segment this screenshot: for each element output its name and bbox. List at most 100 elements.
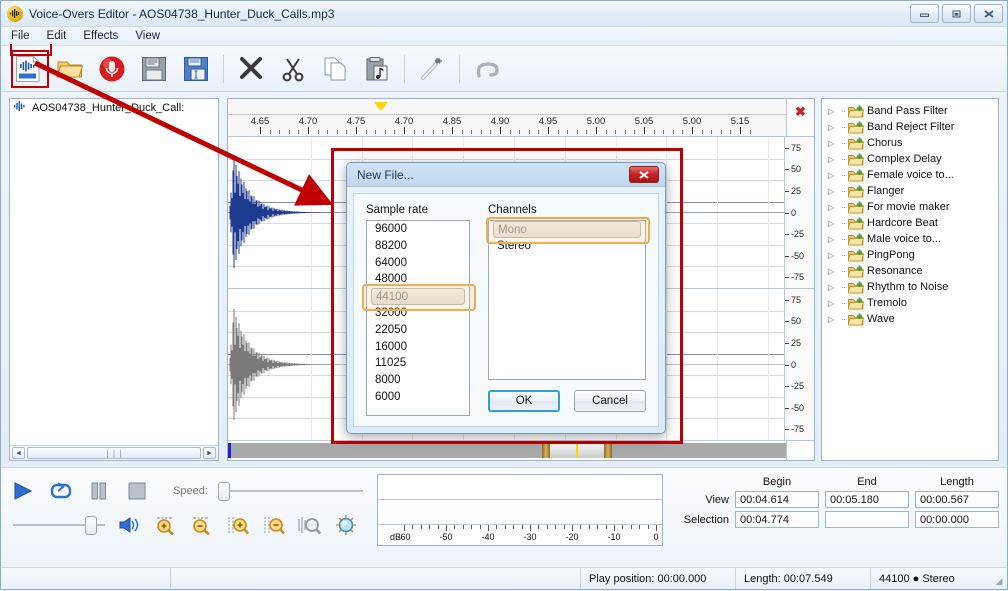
- ruler-marker-lane[interactable]: [228, 99, 786, 115]
- magic-wand-icon[interactable]: [413, 51, 451, 87]
- zoom-in-vertical-icon[interactable]: [225, 513, 251, 537]
- speaker-icon[interactable]: [115, 512, 143, 538]
- effect-list-item[interactable]: ▷ ·· Rhythm to Noise: [824, 279, 996, 295]
- time-ruler[interactable]: 4.65 4.70 4.75 4.70 4.85 4.90 4.95 5.00 5.05 5.00…: [228, 99, 786, 136]
- record-icon[interactable]: [93, 51, 131, 87]
- volume-slider[interactable]: [13, 516, 105, 535]
- menu-file[interactable]: File: [11, 30, 30, 42]
- loop-button[interactable]: [47, 478, 75, 504]
- volume-slider-thumb[interactable]: [85, 516, 97, 535]
- close-waveform-button[interactable]: ✖: [786, 99, 814, 136]
- expander-icon[interactable]: ▷: [828, 187, 838, 196]
- expander-icon[interactable]: ▷: [828, 219, 838, 228]
- effect-list-item[interactable]: ▷ ·· Band Reject Filter: [824, 119, 996, 135]
- expander-icon[interactable]: ▷: [828, 283, 838, 292]
- file-list[interactable]: AOS04738_Hunter_Duck_Call:: [10, 99, 218, 445]
- expander-icon[interactable]: ▷: [828, 251, 838, 260]
- effect-list-item[interactable]: ▷ ·· Female voice to...: [824, 167, 996, 183]
- effect-list-item[interactable]: ▷ ·· Chorus: [824, 135, 996, 151]
- effect-list-item[interactable]: ▷ ·· Band Pass Filter: [824, 103, 996, 119]
- sample-rate-option[interactable]: 48000: [367, 271, 469, 288]
- scrollbar-track[interactable]: [228, 443, 786, 458]
- expander-icon[interactable]: ▷: [828, 235, 838, 244]
- effect-list-item[interactable]: ▷ ·· Male voice to...: [824, 231, 996, 247]
- zoom-selection-icon[interactable]: [297, 513, 323, 537]
- view-begin-field[interactable]: 00:04.614: [735, 491, 819, 508]
- maximize-button[interactable]: [942, 4, 971, 23]
- file-list-scrollbar[interactable]: ◄ ❘❘❘ ►: [10, 445, 218, 460]
- sample-rate-option[interactable]: 32000: [367, 305, 469, 322]
- menu-edit[interactable]: Edit: [47, 30, 67, 42]
- speed-slider[interactable]: [217, 482, 363, 501]
- cut-icon[interactable]: [274, 51, 312, 87]
- minimize-button[interactable]: [910, 4, 939, 23]
- zoom-out-vertical-icon[interactable]: [261, 513, 287, 537]
- expander-icon[interactable]: ▷: [828, 267, 838, 276]
- expander-icon[interactable]: ▷: [828, 203, 838, 212]
- save-as-icon[interactable]: [177, 51, 215, 87]
- sample-rate-option[interactable]: 16000: [367, 339, 469, 356]
- zoom-full-icon[interactable]: [333, 513, 359, 537]
- effect-list-item[interactable]: ▷ ·· Tremolo: [824, 295, 996, 311]
- selection-begin-field[interactable]: 00:04.774: [735, 511, 819, 528]
- paste-icon[interactable]: [358, 51, 396, 87]
- scrollbar-thumb[interactable]: [541, 443, 612, 458]
- menu-view[interactable]: View: [135, 30, 160, 42]
- sample-rate-option-selected[interactable]: 44100: [371, 288, 465, 305]
- cancel-button[interactable]: Cancel: [574, 390, 646, 412]
- selection-end-field[interactable]: [825, 511, 909, 528]
- effect-list-item[interactable]: ▷ ·· Flanger: [824, 183, 996, 199]
- open-file-icon[interactable]: [51, 51, 89, 87]
- sample-rate-listbox[interactable]: 96000 88200 64000 48000 44100 32000 22050 16000…: [366, 220, 470, 416]
- new-file-icon[interactable]: [9, 51, 47, 87]
- speed-slider-track[interactable]: [217, 490, 363, 492]
- channel-option-selected[interactable]: Mono: [493, 221, 641, 238]
- expander-icon[interactable]: ▷: [828, 299, 838, 308]
- play-button[interactable]: [9, 478, 37, 504]
- close-button[interactable]: [974, 4, 1003, 23]
- effects-list[interactable]: ▷ ·· Band Pass Filter ▷ ·· Band Reject Filter…: [822, 99, 998, 331]
- selection-length-field[interactable]: 00:00.000: [915, 511, 999, 528]
- scrollbar-thumb[interactable]: ❘❘❘: [27, 447, 201, 459]
- undo-icon[interactable]: [468, 51, 506, 87]
- speed-slider-thumb[interactable]: [217, 482, 230, 501]
- menu-effects[interactable]: Effects: [83, 30, 118, 42]
- copy-icon[interactable]: [316, 51, 354, 87]
- sample-rate-option[interactable]: 88200: [367, 238, 469, 255]
- editor-horizontal-scrollbar[interactable]: [228, 440, 814, 460]
- effect-list-item[interactable]: ▷ ·· Hardcore Beat: [824, 215, 996, 231]
- effect-list-item[interactable]: ▷ ·· Complex Delay: [824, 151, 996, 167]
- sample-rate-option[interactable]: 11025: [367, 355, 469, 372]
- pause-button[interactable]: [85, 478, 113, 504]
- expander-icon[interactable]: ▷: [828, 123, 838, 132]
- expander-icon[interactable]: ▷: [828, 139, 838, 148]
- sample-rate-option[interactable]: 8000: [367, 372, 469, 389]
- sample-rate-option[interactable]: 64000: [367, 255, 469, 272]
- scroll-right-icon[interactable]: ►: [203, 447, 216, 459]
- thumb-grip-left[interactable]: [541, 443, 550, 458]
- resize-grip-icon[interactable]: ◢: [991, 568, 1007, 589]
- channel-option[interactable]: Stereo: [489, 238, 645, 255]
- zoom-in-horizontal-icon[interactable]: [153, 513, 179, 537]
- expander-icon[interactable]: ▷: [828, 171, 838, 180]
- dialog-close-button[interactable]: [629, 166, 659, 183]
- list-item[interactable]: AOS04738_Hunter_Duck_Call:: [10, 99, 218, 116]
- playhead-marker[interactable]: [374, 102, 388, 111]
- stop-button[interactable]: [123, 478, 151, 504]
- scroll-left-icon[interactable]: ◄: [12, 447, 25, 459]
- effect-list-item[interactable]: ▷ ·· Wave: [824, 311, 996, 327]
- effect-list-item[interactable]: ▷ ·· Resonance: [824, 263, 996, 279]
- view-end-field[interactable]: 00:05.180: [825, 491, 909, 508]
- delete-icon[interactable]: [232, 51, 270, 87]
- sample-rate-option[interactable]: 22050: [367, 322, 469, 339]
- expander-icon[interactable]: ▷: [828, 107, 838, 116]
- ok-button[interactable]: OK: [488, 390, 560, 412]
- expander-icon[interactable]: ▷: [828, 155, 838, 164]
- effect-list-item[interactable]: ▷ ·· For movie maker: [824, 199, 996, 215]
- effect-list-item[interactable]: ▷ ·· PingPong: [824, 247, 996, 263]
- expander-icon[interactable]: ▷: [828, 315, 838, 324]
- sample-rate-option[interactable]: 96000: [367, 221, 469, 238]
- zoom-out-horizontal-icon[interactable]: [189, 513, 215, 537]
- view-length-field[interactable]: 00:00.567: [915, 491, 999, 508]
- sample-rate-option[interactable]: 6000: [367, 389, 469, 406]
